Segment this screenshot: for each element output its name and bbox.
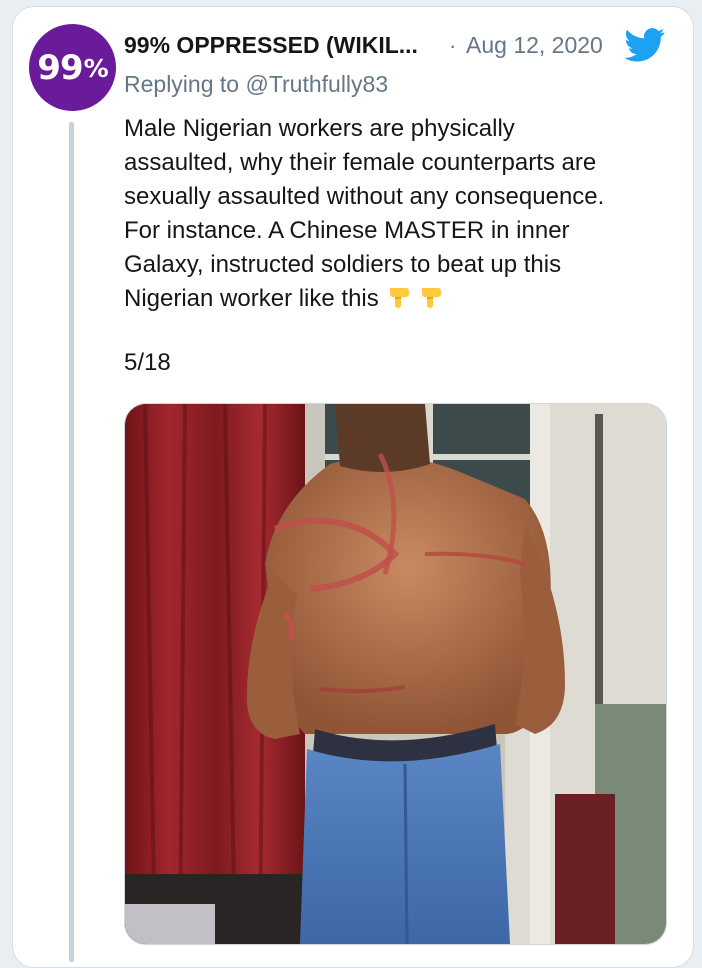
replying-to: Replying to @Truthfully83 xyxy=(124,71,388,98)
point-down-emoji-icon xyxy=(389,288,409,308)
body-line-last: Nigerian worker like this xyxy=(124,282,684,316)
twitter-bird-icon xyxy=(624,28,665,62)
avatar-text: 99 xyxy=(37,47,83,88)
body-line: Male Nigerian workers are physically xyxy=(124,115,515,142)
thread-connector-line xyxy=(69,122,74,962)
body-line: assaulted, why their female counterparts… xyxy=(124,149,597,176)
photo-illustration xyxy=(125,404,666,944)
display-name[interactable]: 99% OPPRESSED (WIKIL... xyxy=(124,32,418,59)
tweet-body: Male Nigerian workers are physically ass… xyxy=(124,112,684,316)
replying-prefix: Replying to xyxy=(124,71,246,97)
avatar[interactable]: 99% xyxy=(29,24,116,111)
body-line: For instance. A Chinese MASTER in inner xyxy=(124,217,570,244)
tweet-photo[interactable] xyxy=(124,403,667,945)
body-line: Galaxy, instructed soldiers to beat up t… xyxy=(124,251,562,278)
separator-dot: · xyxy=(449,33,457,58)
body-line: sexually assaulted without any consequen… xyxy=(124,183,605,210)
point-down-emoji-icon xyxy=(421,288,441,308)
thread-counter: 5/18 xyxy=(124,349,171,376)
body-line-text: Nigerian worker like this xyxy=(124,285,379,312)
avatar-percent: % xyxy=(83,54,109,83)
replying-handle-link[interactable]: @Truthfully83 xyxy=(245,71,388,97)
tweet-date[interactable]: Aug 12, 2020 xyxy=(466,32,603,59)
